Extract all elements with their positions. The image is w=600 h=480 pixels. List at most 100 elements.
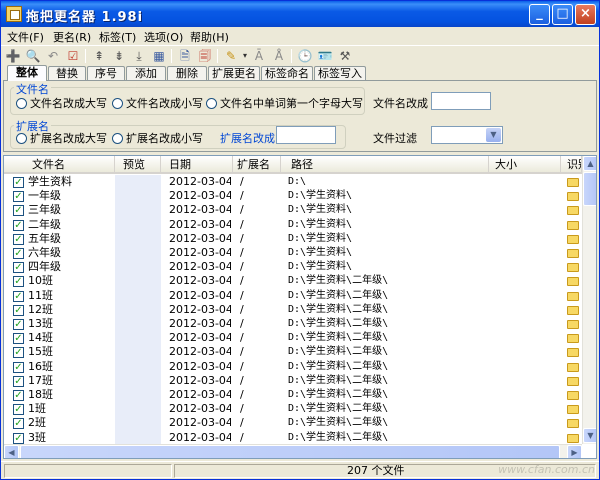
horizontal-scroll-thumb[interactable] <box>20 445 560 458</box>
row-checkbox[interactable]: ✓ <box>13 304 24 316</box>
table-row[interactable]: ✓ 15班 2012-03-04 / D:\学生资料\二年级\ <box>4 345 582 359</box>
scroll-up-button[interactable]: ▲ <box>583 156 596 171</box>
chevron-down-icon[interactable]: ▼ <box>486 128 501 142</box>
undo-icon[interactable]: ↶ <box>45 48 61 64</box>
row-checkbox[interactable]: ✓ <box>13 418 24 430</box>
radio-button[interactable] <box>112 132 123 144</box>
filename-lowercase-radio[interactable]: 文件名改成小写 <box>112 95 203 111</box>
redo-document-icon[interactable]: 🗐 <box>197 48 213 64</box>
document-icon[interactable]: 🗎 <box>177 48 193 64</box>
row-checkbox[interactable]: ✓ <box>13 333 24 345</box>
row-checkbox[interactable]: ✓ <box>13 290 24 302</box>
bold-a-icon[interactable]: Ā <box>251 48 267 64</box>
radio-button[interactable] <box>16 97 27 109</box>
vertical-scrollbar[interactable]: ▲ ▼ <box>582 156 596 444</box>
row-checkbox[interactable]: ✓ <box>13 276 24 288</box>
minimize-button[interactable]: _ <box>529 4 550 25</box>
tab-sequence[interactable]: 序号 <box>87 66 125 81</box>
extension-lowercase-radio[interactable]: 扩展名改成小写 <box>112 130 203 146</box>
row-checkbox[interactable]: ✓ <box>13 248 24 259</box>
menu-options[interactable]: 选项(O) <box>144 29 183 45</box>
row-checkbox[interactable]: ✓ <box>13 404 24 416</box>
tab-extension-rename[interactable]: 扩展更名 <box>208 66 260 81</box>
cell-date: 2012-03-04 <box>169 302 231 316</box>
tab-whole[interactable]: 整体 <box>7 65 47 81</box>
row-checkbox[interactable]: ✓ <box>13 177 24 188</box>
radio-button[interactable] <box>206 97 217 109</box>
scroll-right-button[interactable]: ▶ <box>567 445 582 458</box>
row-checkbox[interactable]: ✓ <box>13 361 24 373</box>
table-row[interactable]: ✓ 14班 2012-03-04 / D:\学生资料\二年级\ <box>4 331 582 345</box>
maximize-button[interactable]: □ <box>552 4 573 25</box>
tab-replace[interactable]: 替换 <box>48 66 86 81</box>
menu-tags[interactable]: 标签(T) <box>99 29 136 45</box>
add-folder-icon[interactable]: ➕ <box>5 48 21 64</box>
scroll-thumb[interactable] <box>583 172 596 206</box>
id-card-icon[interactable]: 🪪 <box>317 48 333 64</box>
table-row[interactable]: ✓ 18班 2012-03-04 / D:\学生资料\二年级\ <box>4 388 582 402</box>
tab-delete[interactable]: 删除 <box>167 66 207 81</box>
scroll-left-button[interactable]: ◀ <box>4 445 19 458</box>
table-row[interactable]: ✓ 一年级 2012-03-04 / D:\学生资料\ <box>4 189 582 203</box>
clock-icon[interactable]: 🕒 <box>297 48 313 64</box>
row-checkbox[interactable]: ✓ <box>13 205 24 217</box>
close-button[interactable]: × <box>575 4 596 25</box>
table-row[interactable]: ✓ 二年级 2012-03-04 / D:\学生资料\ <box>4 218 582 232</box>
row-checkbox[interactable]: ✓ <box>13 262 24 274</box>
column-header-extension[interactable]: 扩展名 <box>233 156 281 173</box>
column-header-preview[interactable]: 预览 <box>115 156 161 173</box>
row-checkbox[interactable]: ✓ <box>13 319 24 330</box>
checklist-icon[interactable]: ☑ <box>65 48 81 64</box>
clear-a-icon[interactable]: Å <box>271 48 287 64</box>
row-checkbox[interactable]: ✓ <box>13 191 24 203</box>
extension-uppercase-radio[interactable]: 扩展名改成大写 <box>16 130 107 146</box>
row-checkbox[interactable]: ✓ <box>13 347 24 359</box>
table-row[interactable]: ✓ 三年级 2012-03-04 / D:\学生资料\ <box>4 203 582 217</box>
menu-file[interactable]: 文件(F) <box>7 29 44 45</box>
column-header-path[interactable]: 路径 <box>281 156 489 173</box>
filename-rename-input[interactable] <box>431 92 491 110</box>
table-row[interactable]: ✓ 10班 2012-03-04 / D:\学生资料\二年级\ <box>4 274 582 288</box>
table-row[interactable]: ✓ 四年级 2012-03-04 / D:\学生资料\ <box>4 260 582 274</box>
extension-rename-input[interactable] <box>276 126 336 144</box>
tools-icon[interactable]: ⚒ <box>337 48 353 64</box>
move-down-icon[interactable]: ⇟ <box>111 48 127 64</box>
table-row[interactable]: ✓ 学生资料 2012-03-04 / D:\ <box>4 175 582 189</box>
title-bar[interactable]: 拖把更名器 1.98i _ □ × <box>1 1 599 27</box>
column-header-size[interactable]: 大小 <box>489 156 561 173</box>
filename-uppercase-radio[interactable]: 文件名改成大写 <box>16 95 107 111</box>
horizontal-scrollbar[interactable]: ◀ ▶ <box>4 444 582 458</box>
table-row[interactable]: ✓ 3班 2012-03-04 / D:\学生资料\二年级\ <box>4 431 582 445</box>
column-header-recognition[interactable]: 识别 <box>561 156 582 173</box>
scroll-down-button[interactable]: ▼ <box>583 428 596 443</box>
row-checkbox[interactable]: ✓ <box>13 390 24 401</box>
row-checkbox[interactable]: ✓ <box>13 432 24 444</box>
table-row[interactable]: ✓ 六年级 2012-03-04 / D:\学生资料\ <box>4 246 582 260</box>
table-row[interactable]: ✓ 11班 2012-03-04 / D:\学生资料\二年级\ <box>4 289 582 303</box>
tab-tag-naming[interactable]: 标签命名 <box>261 66 313 81</box>
table-row[interactable]: ✓ 2班 2012-03-04 / D:\学生资料\二年级\ <box>4 416 582 430</box>
filename-capitalize-radio[interactable]: 文件名中单词第一个字母大写 <box>206 95 363 111</box>
table-row[interactable]: ✓ 五年级 2012-03-04 / D:\学生资料\ <box>4 232 582 246</box>
move-up-icon[interactable]: ⇞ <box>91 48 107 64</box>
table-row[interactable]: ✓ 16班 2012-03-04 / D:\学生资料\二年级\ <box>4 360 582 374</box>
tab-add[interactable]: 添加 <box>126 66 166 81</box>
grid-icon[interactable]: ▦ <box>151 48 167 64</box>
table-row[interactable]: ✓ 1班 2012-03-04 / D:\学生资料\二年级\ <box>4 402 582 416</box>
radio-button[interactable] <box>16 132 27 144</box>
table-row[interactable]: ✓ 12班 2012-03-04 / D:\学生资料\二年级\ <box>4 303 582 317</box>
menu-help[interactable]: 帮助(H) <box>190 29 229 45</box>
search-icon[interactable]: 🔍 <box>25 48 41 64</box>
column-header-date[interactable]: 日期 <box>161 156 233 173</box>
column-header-filename[interactable]: 文件名 <box>4 156 115 173</box>
file-filter-select[interactable]: ▼ <box>431 126 503 144</box>
tab-tag-write[interactable]: 标签写入 <box>314 66 366 81</box>
row-checkbox[interactable]: ✓ <box>13 219 24 231</box>
radio-button[interactable] <box>112 97 123 109</box>
table-row[interactable]: ✓ 17班 2012-03-04 / D:\学生资料\二年级\ <box>4 374 582 388</box>
row-checkbox[interactable]: ✓ <box>13 233 24 245</box>
table-row[interactable]: ✓ 13班 2012-03-04 / D:\学生资料\二年级\ <box>4 317 582 331</box>
move-bottom-icon[interactable]: ⤓ <box>131 48 147 64</box>
menu-rename[interactable]: 更名(R) <box>53 29 91 45</box>
row-checkbox[interactable]: ✓ <box>13 375 24 387</box>
